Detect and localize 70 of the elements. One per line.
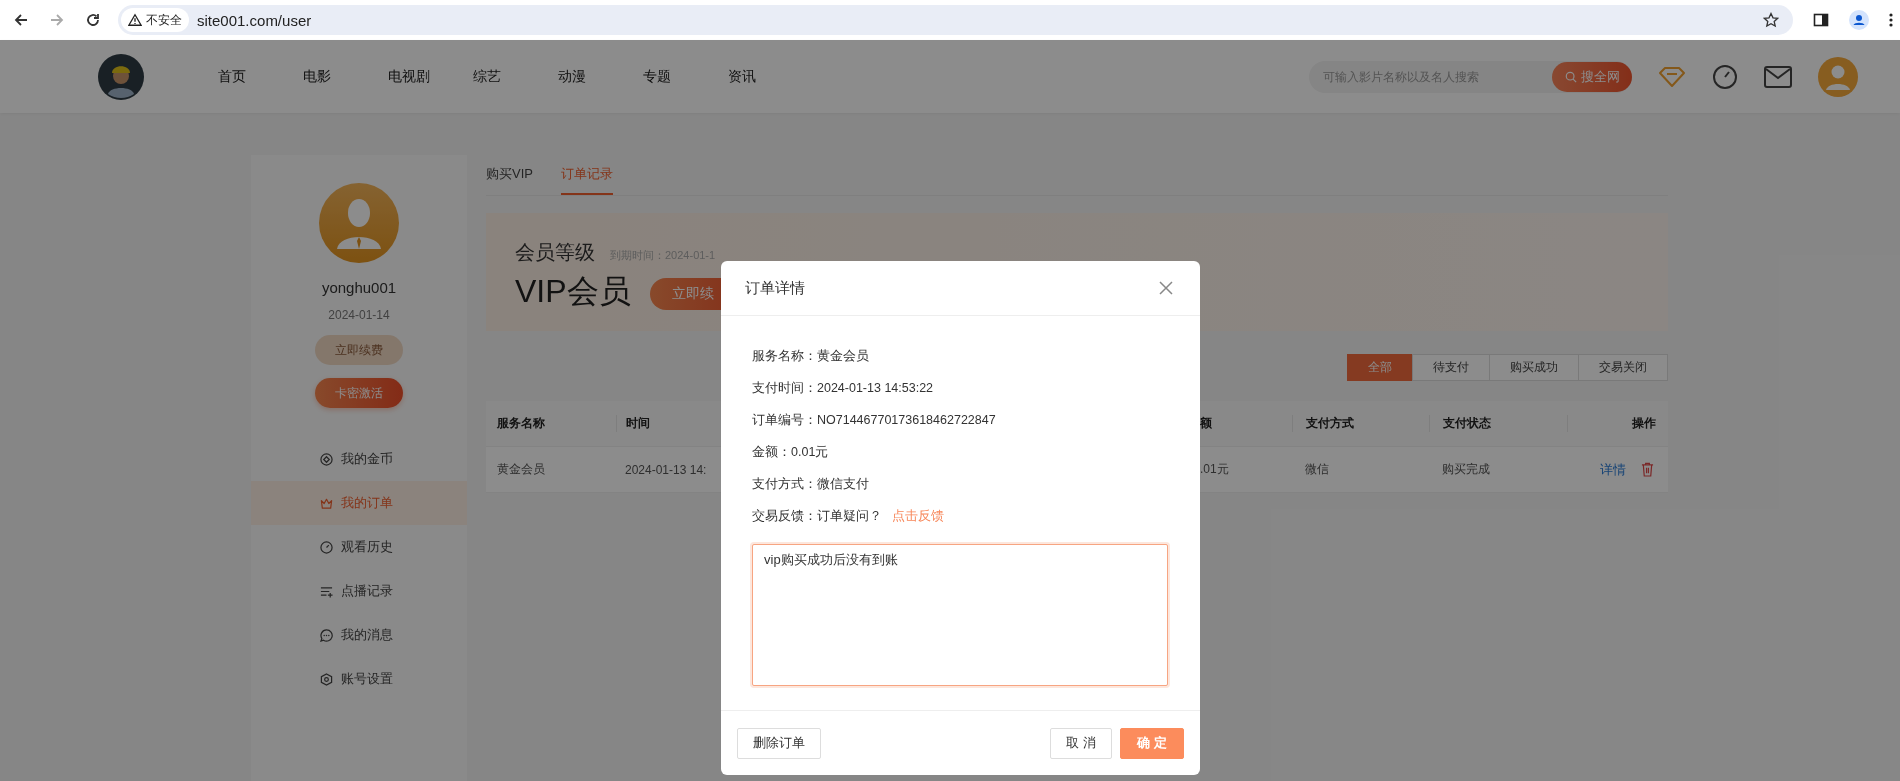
chat-icon (320, 628, 333, 642)
detail-line: 订单编号：NO71446770173618462722847 (752, 412, 997, 429)
nav-link[interactable]: 电影 (303, 67, 388, 86)
star-icon[interactable] (1763, 12, 1779, 28)
warning-icon (128, 13, 142, 27)
url-text: site001.com/user (197, 11, 313, 29)
column-header: 额 (1200, 415, 1213, 432)
detail-link[interactable]: 详情 (1600, 460, 1626, 479)
menu-item[interactable]: 点播记录 (251, 569, 467, 613)
menu-item[interactable]: 我的金币 (251, 437, 467, 481)
nav-link[interactable]: 电视剧 (388, 67, 473, 86)
profile-button[interactable]: 卡密激活 (315, 378, 403, 408)
playlist-icon (320, 584, 333, 598)
search-icon (1564, 70, 1577, 83)
security-chip[interactable]: 不安全 (121, 8, 189, 32)
feedback-link[interactable]: 点击反馈 (892, 500, 944, 532)
nav-link[interactable]: 综艺 (473, 67, 558, 86)
nav-link[interactable]: 首页 (218, 67, 303, 86)
table-cell-text: 微信 (1304, 461, 1330, 478)
filter-tab[interactable]: 交易关闭 (1578, 354, 1668, 381)
table-cell-text: 购买完成 (1441, 461, 1491, 478)
trash-icon[interactable] (1641, 462, 1654, 477)
mail-icon[interactable] (1764, 65, 1792, 88)
back-icon[interactable] (13, 12, 29, 28)
logo-icon[interactable] (98, 53, 144, 100)
address-bar[interactable]: 不安全 site001.com/user (118, 5, 1793, 35)
menu-item[interactable]: 观看历史 (251, 525, 467, 569)
tab[interactable]: 购买VIP (486, 155, 533, 195)
more-icon[interactable] (1889, 12, 1893, 28)
detail-line: 交易反馈：订单疑问？ (752, 508, 882, 525)
membership-title: 会员等级 (515, 240, 595, 265)
close-icon[interactable] (1159, 281, 1173, 295)
settings-icon (320, 672, 333, 686)
feedback-text-area[interactable]: vip购买成功后没有到账 (752, 544, 1168, 686)
column-header: 操作 (1567, 415, 1668, 432)
reload-icon[interactable] (85, 12, 101, 28)
detail-line: 服务名称：黄金会员 (752, 348, 870, 365)
detail-line: 金额：0.01元 (752, 444, 830, 461)
column-header: 服务名称 (496, 415, 546, 432)
username: yonghu001 (321, 279, 397, 296)
detail-line: 支付时间：2024-01-13 14:53:22 (752, 380, 935, 397)
tab[interactable]: 订单记录 (560, 155, 613, 195)
filter-tab[interactable]: 购买成功 (1489, 354, 1579, 381)
delete-order-button[interactable]: 删除订单 (737, 727, 821, 759)
cancel-button[interactable]: 取 消 (1050, 727, 1112, 759)
column-header: 支付方式 (1292, 415, 1429, 432)
table-cell-text: 2024-01-13 14: (624, 462, 708, 477)
filter-tab[interactable]: 全部 (1347, 354, 1413, 381)
membership-grade: VIP会员 (515, 272, 631, 311)
crown-icon (320, 496, 333, 510)
detail-line: 支付方式：微信支付 (752, 476, 870, 493)
coin-icon (320, 452, 333, 466)
security-label: 不安全 (146, 11, 182, 29)
menu-item[interactable]: 我的订单 (251, 481, 467, 525)
avatar-icon (319, 183, 399, 263)
menu-item[interactable]: 账号设置 (251, 657, 467, 701)
nav-link[interactable]: 专题 (643, 67, 728, 86)
profile-icon[interactable] (1849, 10, 1869, 30)
search-button[interactable]: 搜全网 (1552, 61, 1632, 92)
side-panel-icon[interactable] (1813, 12, 1829, 28)
nav-link[interactable]: 资讯 (728, 67, 813, 86)
filter-tab[interactable]: 待支付 (1412, 354, 1490, 381)
clock-icon (320, 540, 333, 554)
clock-icon[interactable] (1712, 63, 1738, 90)
menu-item[interactable]: 我的消息 (251, 613, 467, 657)
nav-link[interactable]: 动漫 (558, 67, 643, 86)
table-cell-text: 黄金会员 (496, 461, 546, 478)
table-cell-text: .01元 (1200, 461, 1230, 478)
column-header: 支付状态 (1429, 415, 1567, 432)
expiry-date: 2024-01-14 (328, 308, 390, 322)
